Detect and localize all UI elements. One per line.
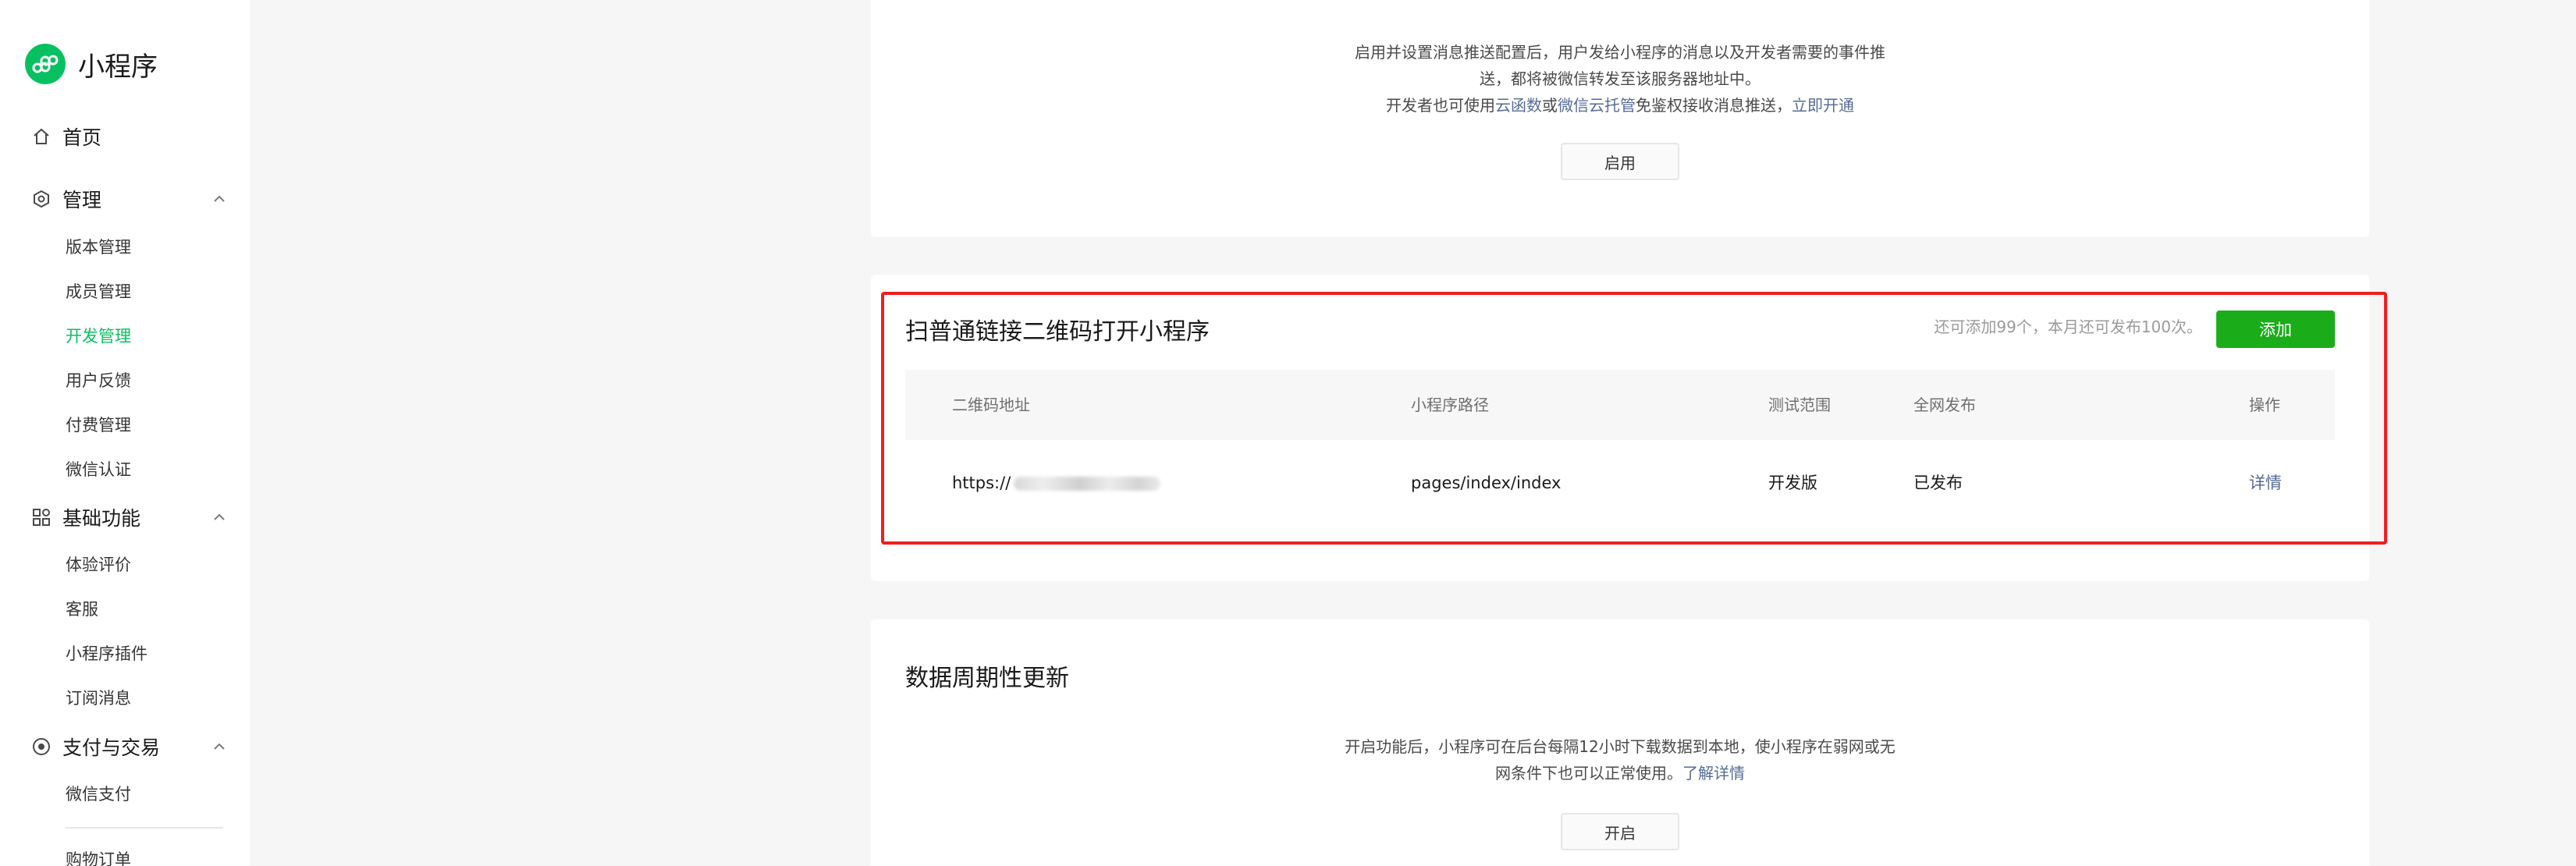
brand[interactable]: 小程序 bbox=[25, 44, 158, 84]
sidebar-item-version[interactable]: 版本管理 bbox=[66, 234, 131, 261]
redacted-blur bbox=[1014, 477, 1161, 491]
col-path: 小程序路径 bbox=[1411, 396, 1489, 414]
sidebar-item-members[interactable]: 成员管理 bbox=[66, 279, 131, 305]
sidebar-item-orders[interactable]: 购物订单 bbox=[66, 846, 131, 866]
open-now-link[interactable]: 立即开通 bbox=[1792, 96, 1854, 115]
app-root: 小程序 首页 管理 版本管理 成员管理 开发管理 用户反馈 付费管理 微信认证 bbox=[0, 0, 2576, 866]
qr-quota-text: 还可添加99个，本月还可发布100次。 bbox=[1934, 318, 2202, 336]
payment-coin-icon bbox=[33, 738, 50, 755]
nav-group-manage[interactable]: 管理 bbox=[31, 182, 225, 216]
grid-apps-icon bbox=[33, 509, 50, 526]
miniprogram-logo-icon bbox=[25, 44, 66, 84]
sidebar-item-feedback[interactable]: 用户反馈 bbox=[66, 367, 131, 394]
table-row: https:// pages/index/index 开发版 已发布 详情 bbox=[905, 448, 2335, 518]
data-card-title: 数据周期性更新 bbox=[905, 665, 1069, 692]
sidebar-item-wechat-pay[interactable]: 微信支付 bbox=[66, 781, 131, 807]
push-desc-or: 或 bbox=[1542, 96, 1558, 115]
data-desc-line2: 网条件下也可以正常使用。了解详情 bbox=[871, 760, 2369, 786]
push-desc-line3: 开发者也可使用云函数或微信云托管免鉴权接收消息推送，立即开通 bbox=[871, 92, 2369, 119]
nav-group-manage-label: 管理 bbox=[62, 189, 102, 211]
sidebar-item-experience[interactable]: 体验评价 bbox=[66, 552, 131, 578]
path-cell: pages/index/index bbox=[1411, 474, 1562, 492]
sidebar-item-dev[interactable]: 开发管理 bbox=[66, 323, 131, 350]
push-desc-line2: 送，都将被微信转发至该服务器地址中。 bbox=[1480, 69, 1761, 88]
home-icon bbox=[34, 128, 49, 144]
col-actions: 操作 bbox=[2249, 396, 2280, 414]
sidebar-item-plugins[interactable]: 小程序插件 bbox=[66, 641, 147, 667]
nav-home[interactable]: 首页 bbox=[31, 119, 101, 154]
push-desc-suffix: 免鉴权接收消息推送， bbox=[1636, 96, 1792, 115]
qr-card-title: 扫普通链接二维码打开小程序 bbox=[905, 318, 1210, 346]
learn-more-link[interactable]: 了解详情 bbox=[1682, 764, 1745, 783]
qr-table-header: 二维码地址 小程序路径 测试范围 全网发布 操作 bbox=[905, 370, 2335, 440]
qr-link-card: 扫普通链接二维码打开小程序 还可添加99个，本月还可发布100次。 添加 二维码… bbox=[871, 275, 2369, 581]
periodic-update-card: 数据周期性更新 开启功能后，小程序可在后台每隔12小时下载数据到本地，使小程序在… bbox=[871, 619, 2369, 866]
chevron-up-icon[interactable] bbox=[211, 738, 228, 755]
sidebar-divider bbox=[66, 827, 223, 829]
nav-group-basic-label: 基础功能 bbox=[62, 507, 141, 530]
qr-url-value: https:// bbox=[952, 474, 1011, 492]
publish-status-cell: 已发布 bbox=[1913, 474, 1963, 492]
nav-group-basic[interactable]: 基础功能 bbox=[31, 500, 225, 534]
chevron-up-icon[interactable] bbox=[211, 190, 228, 208]
nav-home-label: 首页 bbox=[62, 126, 102, 149]
sidebar-item-service[interactable]: 客服 bbox=[66, 596, 98, 623]
chevron-up-icon[interactable] bbox=[211, 509, 228, 526]
scope-cell: 开发版 bbox=[1768, 474, 1817, 492]
nav-group-payment[interactable]: 支付与交易 bbox=[31, 729, 225, 764]
data-desc-line1: 开启功能后，小程序可在后台每隔12小时下载数据到本地，使小程序在弱网或无 bbox=[1345, 737, 1896, 756]
cloud-hosting-link[interactable]: 微信云托管 bbox=[1558, 96, 1636, 115]
brand-title: 小程序 bbox=[78, 51, 158, 83]
sidebar-item-billing[interactable]: 付费管理 bbox=[66, 412, 131, 438]
message-push-card: 启用并设置消息推送配置后，用户发给小程序的消息以及开发者需要的事件推 送，都将被… bbox=[871, 0, 2369, 237]
sidebar-item-subscribe[interactable]: 订阅消息 bbox=[66, 685, 131, 712]
push-desc-line1: 启用并设置消息推送配置后，用户发给小程序的消息以及开发者需要的事件推 bbox=[1355, 43, 1885, 62]
add-qr-rule-button[interactable]: 添加 bbox=[2216, 311, 2335, 348]
col-test-scope: 测试范围 bbox=[1768, 396, 1831, 414]
qr-url-cell: https:// bbox=[952, 448, 1161, 518]
data-desc-prefix: 网条件下也可以正常使用。 bbox=[1495, 764, 1682, 783]
details-link[interactable]: 详情 bbox=[2249, 448, 2282, 518]
nav-group-payment-label: 支付与交易 bbox=[62, 736, 161, 759]
enable-periodic-update-button[interactable]: 开启 bbox=[1561, 813, 1679, 850]
col-publish: 全网发布 bbox=[1913, 396, 1976, 414]
enable-push-button[interactable]: 启用 bbox=[1561, 143, 1679, 180]
sidebar: 小程序 首页 管理 版本管理 成员管理 开发管理 用户反馈 付费管理 微信认证 bbox=[0, 0, 250, 866]
sidebar-item-verify[interactable]: 微信认证 bbox=[66, 456, 131, 483]
push-desc-prefix: 开发者也可使用 bbox=[1386, 96, 1495, 115]
col-qr-url: 二维码地址 bbox=[952, 396, 1030, 414]
settings-hexagon-icon bbox=[34, 190, 49, 208]
cloud-function-link[interactable]: 云函数 bbox=[1495, 96, 1542, 115]
